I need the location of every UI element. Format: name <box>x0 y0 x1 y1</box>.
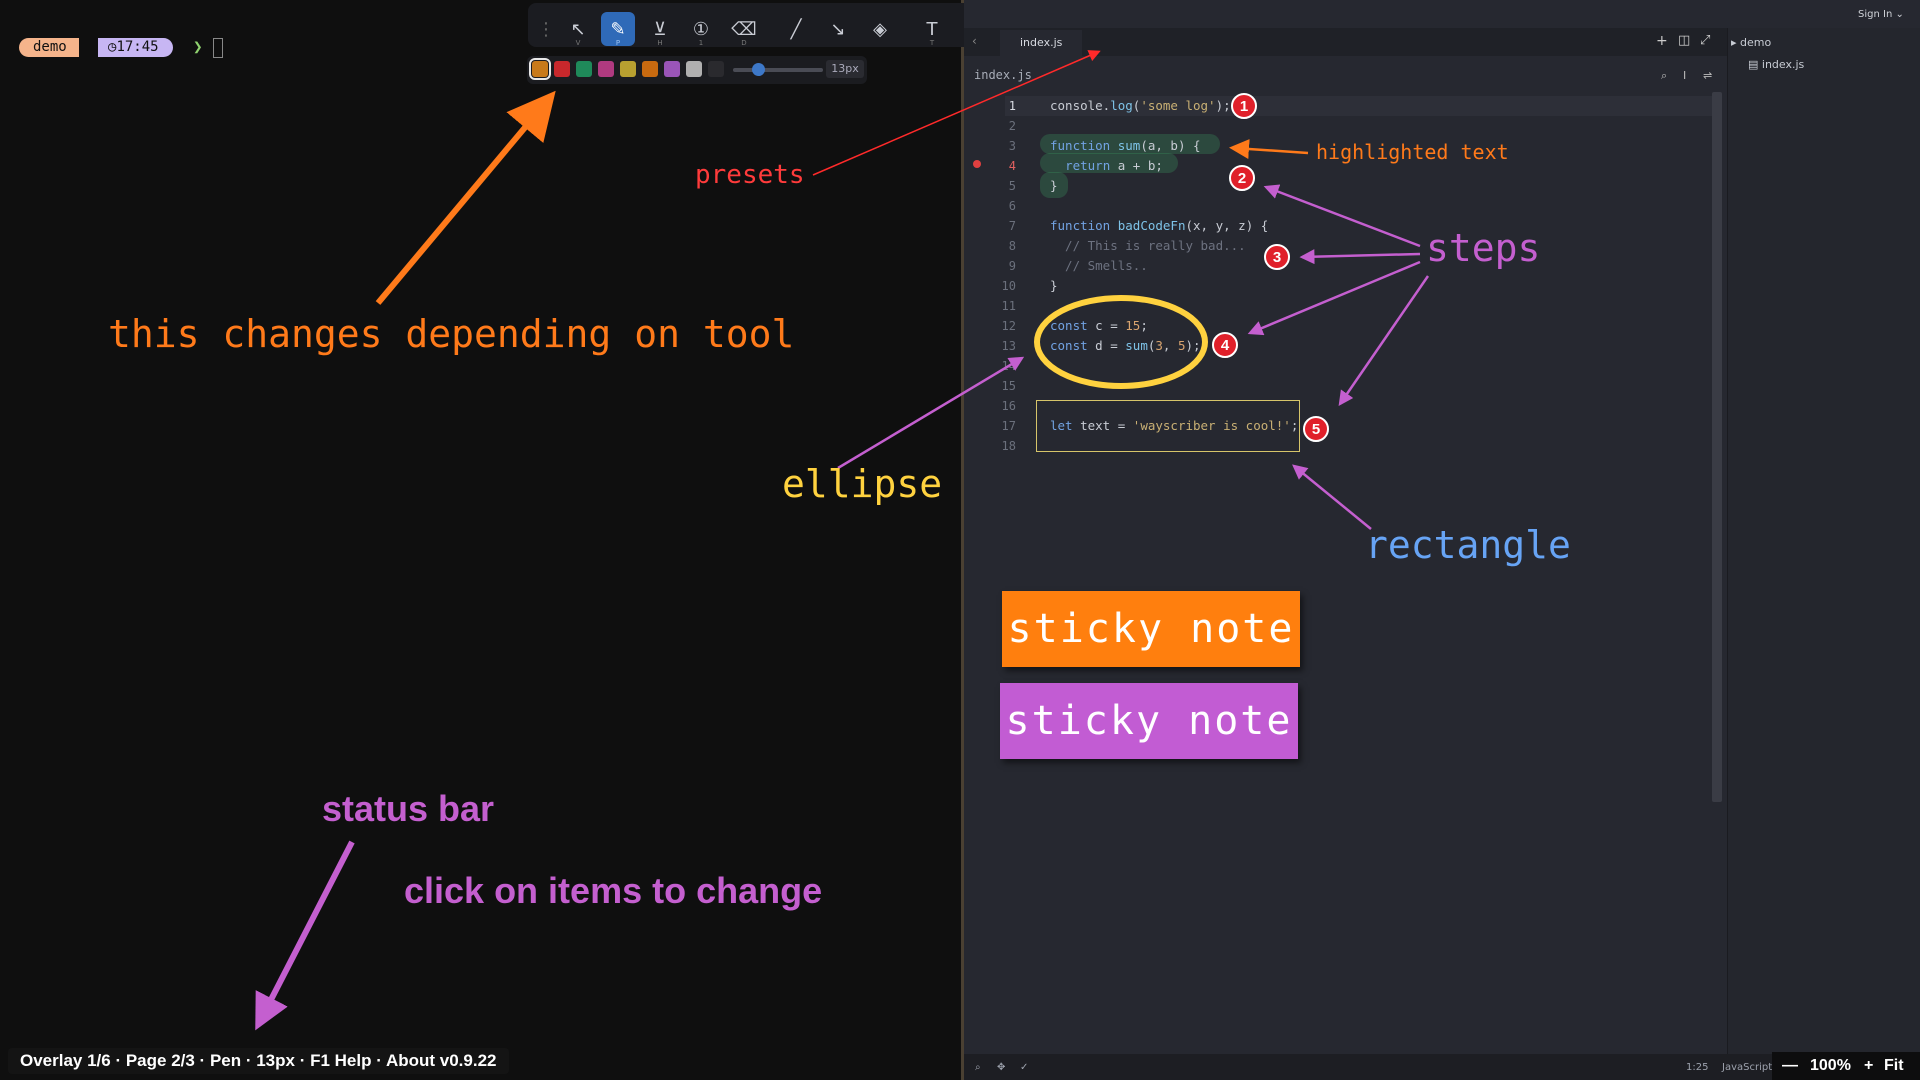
step-marker-3[interactable]: 3 <box>1264 244 1290 270</box>
rectangle-label: rectangle <box>1365 523 1571 567</box>
step-marker-2[interactable]: 2 <box>1229 165 1255 191</box>
sticky-note-purple[interactable]: sticky note <box>1000 683 1298 759</box>
presets-label: presets <box>695 160 805 190</box>
rectangle-annotation[interactable] <box>1036 400 1300 452</box>
step-marker-5[interactable]: 5 <box>1303 416 1329 442</box>
step-marker-4[interactable]: 4 <box>1212 332 1238 358</box>
highlight-arrow <box>1229 139 1309 159</box>
tool-change-arrow <box>375 90 556 305</box>
status-bar-arrow <box>255 840 355 1031</box>
ellipse-label: ellipse <box>782 462 943 506</box>
rectangle-arrow <box>1292 464 1372 530</box>
step-marker-1[interactable]: 1 <box>1231 93 1257 119</box>
steps-arrow <box>1263 184 1421 248</box>
steps-arrow <box>1247 260 1421 336</box>
annotation-layer <box>255 50 1430 1031</box>
steps-label: steps <box>1426 226 1541 270</box>
steps-arrow <box>1338 275 1430 407</box>
highlighted-text-label: highlighted text <box>1316 140 1509 164</box>
steps-arrow <box>1299 249 1421 265</box>
overlay-status-bar[interactable]: Overlay 1/6 · Page 2/3 · Pen · 13px · F1… <box>8 1048 509 1074</box>
tool-change-label: this changes depending on tool <box>108 312 795 356</box>
click-items-label: click on items to change <box>404 870 823 911</box>
ellipse-arrow <box>837 356 1025 470</box>
status-bar-label: status bar <box>322 788 495 829</box>
ellipse-annotation <box>1034 295 1208 389</box>
presets-arrow <box>812 50 1101 176</box>
sticky-note-orange[interactable]: sticky note <box>1002 591 1300 667</box>
